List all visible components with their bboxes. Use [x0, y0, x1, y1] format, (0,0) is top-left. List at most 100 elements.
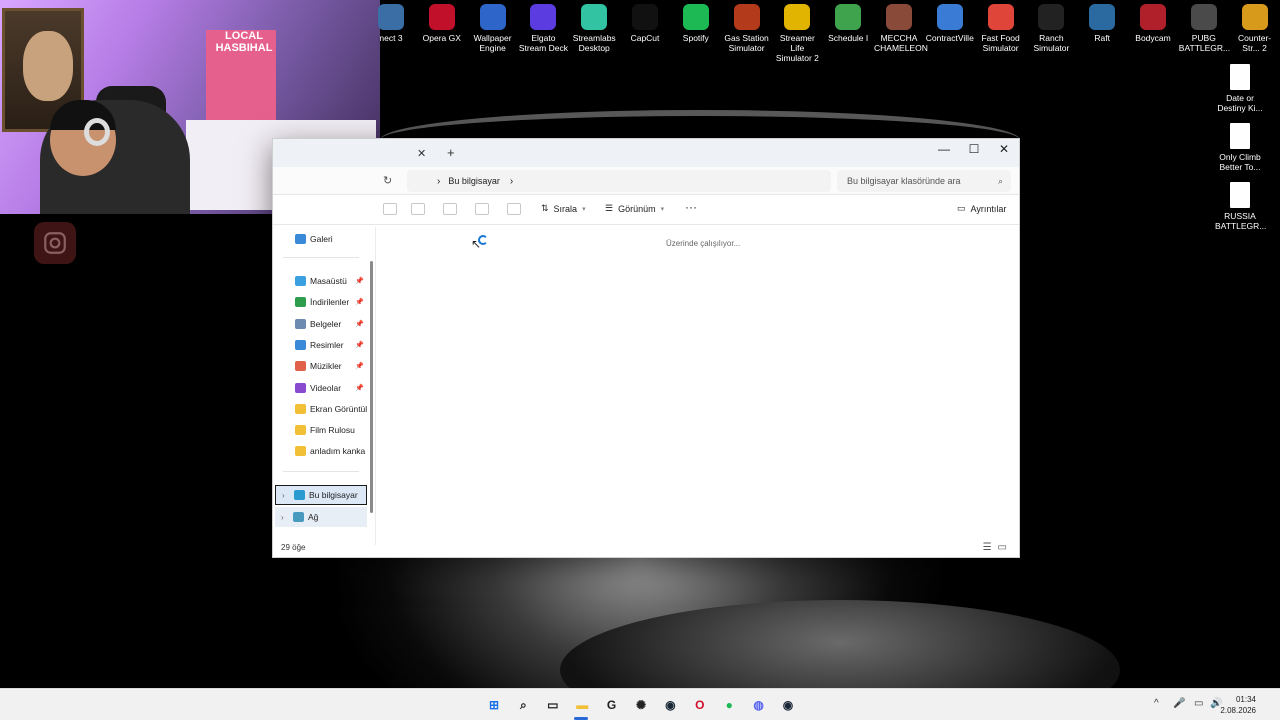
- sort-button[interactable]: ⇅ Sırala ▾: [541, 203, 586, 214]
- desktop-icon[interactable]: Streamlabs Desktop: [569, 0, 619, 53]
- search-box[interactable]: Bu bilgisayar klasöründe ara ⌕: [837, 170, 1011, 192]
- desktop-icon[interactable]: PUBG BATTLEGR...: [1179, 0, 1230, 53]
- task-view-icon[interactable]: ▭: [543, 695, 563, 715]
- desktop-icon[interactable]: ContractVille: [925, 0, 975, 43]
- maximize-button[interactable]: ☐: [959, 139, 989, 159]
- nav-label: Ağ: [308, 512, 319, 522]
- pin-icon[interactable]: 📌: [355, 384, 364, 392]
- desktop-icon[interactable]: Fast Food Simulator: [976, 0, 1026, 53]
- file-explorer-icon[interactable]: ▬: [572, 695, 592, 715]
- desktop-icon[interactable]: Elgato Stream Deck: [518, 0, 568, 53]
- desktop-icon-label: MECCHA CHAMELEON: [874, 33, 928, 53]
- desktop-icon-label: Wallpaper Engine: [473, 33, 512, 53]
- sort-icon: ⇅: [541, 203, 549, 213]
- nav-item-this-pc[interactable]: › Bu bilgisayar: [275, 485, 367, 505]
- nav-item-quick-access[interactable]: Belgeler 📌: [277, 314, 367, 334]
- nav-item-quick-access[interactable]: İndirilenler 📌: [277, 292, 367, 312]
- nav-item-quick-access[interactable]: Ekran Görüntüleri: [277, 399, 367, 419]
- desktop-icon[interactable]: Opera GX: [417, 0, 467, 43]
- opera-icon[interactable]: O: [690, 695, 710, 715]
- desktop-icon-label: Date or Destiny Ki...: [1217, 93, 1263, 113]
- nav-item-quick-access[interactable]: Masaüstü 📌: [277, 271, 367, 291]
- shortcut-file-icon: [1230, 182, 1250, 208]
- app-chatgpt-icon[interactable]: ✺: [631, 695, 651, 715]
- windows-start-icon[interactable]: ⊞: [484, 695, 504, 715]
- sort-label: Sırala: [553, 203, 578, 214]
- desktop-icon[interactable]: Counter-Str... 2: [1230, 0, 1280, 53]
- nav-item-gallery[interactable]: Galeri: [277, 229, 367, 249]
- desktop-icon-label: nect 3: [379, 33, 403, 43]
- pin-icon[interactable]: 📌: [355, 320, 364, 328]
- details-label: Ayrıntılar: [970, 203, 1007, 214]
- file-explorer-window: ✕ + — ☐ ✕ ↻ › Bu bilgisayar › Bu bilgisa…: [272, 138, 1020, 558]
- desktop-icon[interactable]: Gas Station Simulator: [722, 0, 772, 53]
- desktop-icon[interactable]: Only Climb Better To...: [1215, 123, 1265, 172]
- chevron-right-icon[interactable]: ›: [510, 176, 513, 187]
- desktop-icon[interactable]: Date or Destiny Ki...: [1215, 64, 1265, 113]
- details-button[interactable]: ▭ Ayrıntılar: [957, 203, 1006, 214]
- contractville-icon: [936, 4, 963, 30]
- desktop-icon-label: RUSSIA BATTLEGR...: [1215, 211, 1267, 231]
- minimize-button[interactable]: —: [929, 139, 959, 159]
- share-icon[interactable]: [475, 203, 489, 215]
- view-toggle-icons[interactable]: ☰▭: [983, 542, 1013, 553]
- pin-icon[interactable]: 📌: [355, 362, 364, 370]
- app-g-icon[interactable]: G: [602, 695, 622, 715]
- microphone-icon[interactable]: 🎤: [1173, 698, 1185, 709]
- nav-item-network[interactable]: › Ağ: [275, 507, 367, 527]
- desktop-icon[interactable]: Raft: [1077, 0, 1127, 43]
- spotify-icon[interactable]: ●: [719, 695, 739, 715]
- folder-icon: [295, 276, 306, 286]
- pin-icon[interactable]: 📌: [355, 277, 364, 285]
- network-tray-icon[interactable]: ▭: [1194, 698, 1203, 709]
- refresh-icon[interactable]: ↻: [383, 174, 392, 187]
- nav-item-quick-access[interactable]: Resimler 📌: [277, 335, 367, 355]
- close-button[interactable]: ✕: [989, 139, 1019, 159]
- steam-icon[interactable]: ◉: [660, 695, 680, 715]
- search-placeholder: Bu bilgisayar klasöründe ara: [847, 176, 961, 186]
- address-bar[interactable]: › Bu bilgisayar ›: [407, 170, 831, 192]
- chevron-right-icon[interactable]: ›: [281, 513, 284, 522]
- nav-item-quick-access[interactable]: Videolar 📌: [277, 378, 367, 398]
- desktop-icon-label: Only Climb Better To...: [1219, 152, 1261, 172]
- content-pane[interactable]: ↖ Üzerinde çalışılıyor...: [375, 227, 1019, 545]
- steam-icon-2[interactable]: ◉: [778, 695, 798, 715]
- desktop-icon[interactable]: Ranch Simulator: [1026, 0, 1076, 53]
- desktop-icon-label: Opera GX: [422, 33, 461, 43]
- desktop-icon[interactable]: Wallpaper Engine: [468, 0, 518, 53]
- desktop-icon[interactable]: Bodycam: [1128, 0, 1178, 43]
- delete-icon[interactable]: [507, 203, 521, 215]
- copy-icon[interactable]: [411, 203, 425, 215]
- new-tab-icon[interactable]: +: [447, 145, 455, 160]
- nav-scrollbar[interactable]: [370, 261, 373, 513]
- desktop-icon[interactable]: Streamer Life Simulator 2: [772, 0, 822, 63]
- tab-close-icon[interactable]: ✕: [417, 147, 426, 160]
- desktop-icon[interactable]: Spotify: [671, 0, 721, 43]
- more-button[interactable]: ···: [685, 200, 697, 214]
- headset-icon: [84, 118, 110, 146]
- nav-item-quick-access[interactable]: anladım kanka çok: [277, 441, 367, 461]
- pin-icon[interactable]: 📌: [355, 341, 364, 349]
- nav-item-quick-access[interactable]: Müzikler 📌: [277, 356, 367, 376]
- desktop-icon[interactable]: Schedule I: [823, 0, 873, 43]
- clock[interactable]: 01:34 2.08.2026: [1220, 694, 1256, 716]
- desktop-icon[interactable]: nect 3: [366, 0, 416, 43]
- cam-sign: LOCAL HASBIHAL: [215, 30, 273, 54]
- nav-label: Videolar: [310, 382, 342, 393]
- desktop-icon[interactable]: MECCHA CHAMELEON: [874, 0, 928, 53]
- search-icon[interactable]: ⌕: [513, 695, 533, 715]
- spotify-icon: [682, 4, 709, 30]
- capcut-icon: [632, 4, 658, 30]
- view-button[interactable]: ☰ Görünüm ▾: [605, 203, 664, 214]
- schedule-icon: [835, 4, 862, 30]
- desktop-icon[interactable]: CapCut: [620, 0, 670, 43]
- paste-icon[interactable]: [443, 203, 457, 215]
- pin-icon[interactable]: 📌: [355, 298, 364, 306]
- desktop-icon[interactable]: RUSSIA BATTLEGR...: [1215, 182, 1267, 231]
- tray-chevron-icon[interactable]: ^: [1154, 698, 1159, 709]
- discord-icon[interactable]: ◍: [749, 695, 769, 715]
- chevron-right-icon[interactable]: ›: [282, 491, 285, 500]
- nav-label: Galeri: [310, 234, 333, 244]
- cut-icon[interactable]: [383, 203, 397, 215]
- nav-item-quick-access[interactable]: Film Rulosu: [277, 420, 367, 440]
